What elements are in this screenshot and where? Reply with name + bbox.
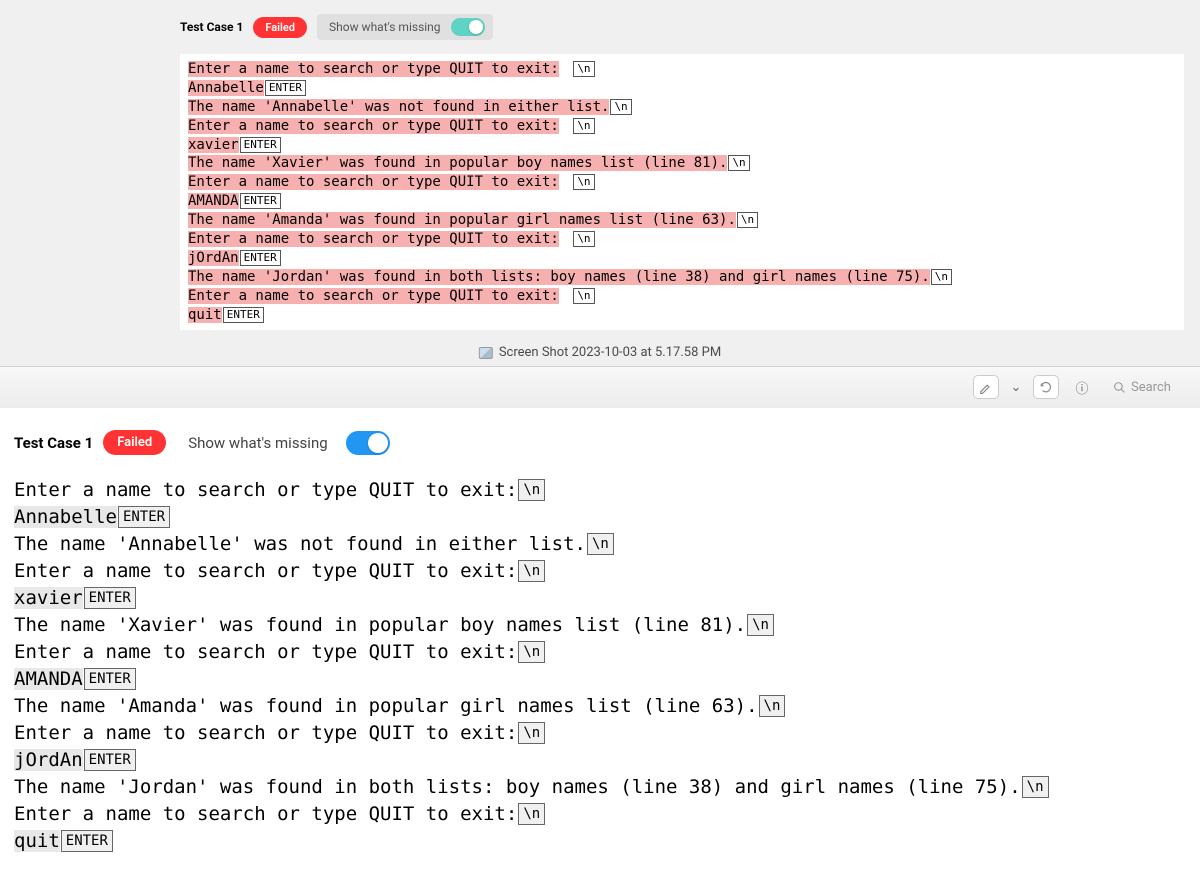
enter-token: ENTER — [240, 250, 281, 266]
enter-token: ENTER — [84, 749, 136, 771]
file-title-text: Screen Shot 2023-10-03 at 5.17.58 PM — [499, 345, 721, 360]
console-text: Enter a name to search or type QUIT to e… — [188, 118, 559, 134]
console-text: Enter a name to search or type QUIT to e… — [188, 61, 559, 77]
console-text: The name 'Xavier' was found in popular b… — [14, 614, 746, 636]
test-header-upper: Test Case 1 Failed Show what's missing — [180, 14, 1200, 40]
console-text: jOrdAn — [14, 749, 83, 771]
newline-token: \n — [737, 212, 758, 228]
enter-token: ENTER — [84, 668, 136, 690]
toolbar-right: ⌄ ⓘ Search — [973, 375, 1190, 399]
test-case-label: Test Case 1 — [180, 20, 243, 34]
newline-token: \n — [573, 174, 594, 190]
search-box[interactable]: Search — [1105, 377, 1190, 398]
console-text: The name 'Annabelle' was not found in ei… — [14, 533, 586, 555]
console-text: Enter a name to search or type QUIT to e… — [188, 174, 559, 190]
console-text: xavier — [188, 137, 239, 153]
enter-token: ENTER — [240, 193, 281, 209]
console-text: The name 'Jordan' was found in both list… — [188, 269, 930, 285]
enter-token: ENTER — [84, 587, 136, 609]
enter-token: ENTER — [223, 307, 264, 323]
newline-token: \n — [518, 641, 545, 663]
show-missing-toggle[interactable] — [346, 431, 390, 455]
newline-token: \n — [610, 99, 631, 115]
newline-token: \n — [931, 269, 952, 285]
console-text: AMANDA — [14, 668, 83, 690]
console-text: The name 'Jordan' was found in both list… — [14, 776, 1021, 798]
toggle-knob — [469, 20, 483, 34]
newline-token: \n — [573, 118, 594, 134]
enter-token: ENTER — [118, 506, 170, 528]
search-placeholder: Search — [1131, 380, 1171, 395]
console-text: The name 'Annabelle' was not found in ei… — [188, 99, 609, 115]
enter-token: ENTER — [240, 137, 281, 153]
show-missing-label: Show what's missing — [329, 20, 441, 34]
console-text: Enter a name to search or type QUIT to e… — [14, 722, 517, 744]
markup-button[interactable] — [973, 375, 999, 399]
preview-titlebar: Screen Shot 2023-10-03 at 5.17.58 PM ⌄ ⓘ… — [0, 366, 1200, 408]
console-text: Enter a name to search or type QUIT to e… — [188, 288, 559, 304]
console-text: Enter a name to search or type QUIT to e… — [188, 231, 559, 247]
console-text: xavier — [14, 587, 83, 609]
newline-token: \n — [518, 722, 545, 744]
newline-token: \n — [728, 155, 749, 171]
console-text: The name 'Amanda' was found in popular g… — [188, 212, 736, 228]
enter-token: ENTER — [265, 80, 306, 96]
console-text: The name 'Xavier' was found in popular b… — [188, 155, 727, 171]
file-title: Screen Shot 2023-10-03 at 5.17.58 PM — [479, 345, 721, 360]
show-missing-control[interactable]: Show what's missing — [317, 14, 493, 40]
newline-token: \n — [587, 533, 614, 555]
test-header-lower: Test Case 1 Failed Show what's missing — [14, 430, 1186, 455]
newline-token: \n — [573, 231, 594, 247]
console-text: AMANDA — [188, 193, 239, 209]
lower-live-region: Test Case 1 Failed Show what's missing E… — [0, 408, 1200, 855]
search-icon — [1113, 381, 1126, 394]
newline-token: \n — [573, 61, 594, 77]
info-button[interactable]: ⓘ — [1069, 375, 1095, 399]
image-file-icon — [479, 347, 493, 359]
newline-token: \n — [759, 695, 786, 717]
console-text: quit — [188, 307, 222, 323]
console-text: jOrdAn — [188, 250, 239, 266]
show-missing-toggle[interactable] — [451, 18, 485, 36]
console-text: Enter a name to search or type QUIT to e… — [14, 641, 517, 663]
console-text: Enter a name to search or type QUIT to e… — [14, 803, 517, 825]
show-missing-label: Show what's missing — [188, 434, 327, 452]
console-text: quit — [14, 830, 60, 852]
newline-token: \n — [518, 803, 545, 825]
newline-token: \n — [518, 479, 545, 501]
console-text: The name 'Amanda' was found in popular g… — [14, 695, 758, 717]
chevron-down-icon[interactable]: ⌄ — [1009, 375, 1023, 399]
console-text: Annabelle — [14, 506, 117, 528]
status-badge: Failed — [253, 17, 307, 38]
enter-token: ENTER — [61, 830, 113, 852]
newline-token: \n — [1022, 776, 1049, 798]
newline-token: \n — [573, 288, 594, 304]
show-missing-control[interactable]: Show what's missing — [176, 431, 389, 455]
console-text: Enter a name to search or type QUIT to e… — [14, 560, 517, 582]
test-case-label: Test Case 1 — [14, 434, 93, 452]
status-badge: Failed — [103, 430, 166, 455]
console-output-lower: Enter a name to search or type QUIT to e… — [14, 477, 1186, 855]
newline-token: \n — [518, 560, 545, 582]
newline-token: \n — [747, 614, 774, 636]
toggle-knob — [368, 433, 388, 453]
console-text: Enter a name to search or type QUIT to e… — [14, 479, 517, 501]
rotate-button[interactable] — [1033, 375, 1059, 399]
console-text: Annabelle — [188, 80, 264, 96]
upper-screenshot-region: Test Case 1 Failed Show what's missing E… — [0, 0, 1200, 408]
console-output-upper: Enter a name to search or type QUIT to e… — [180, 54, 1184, 330]
